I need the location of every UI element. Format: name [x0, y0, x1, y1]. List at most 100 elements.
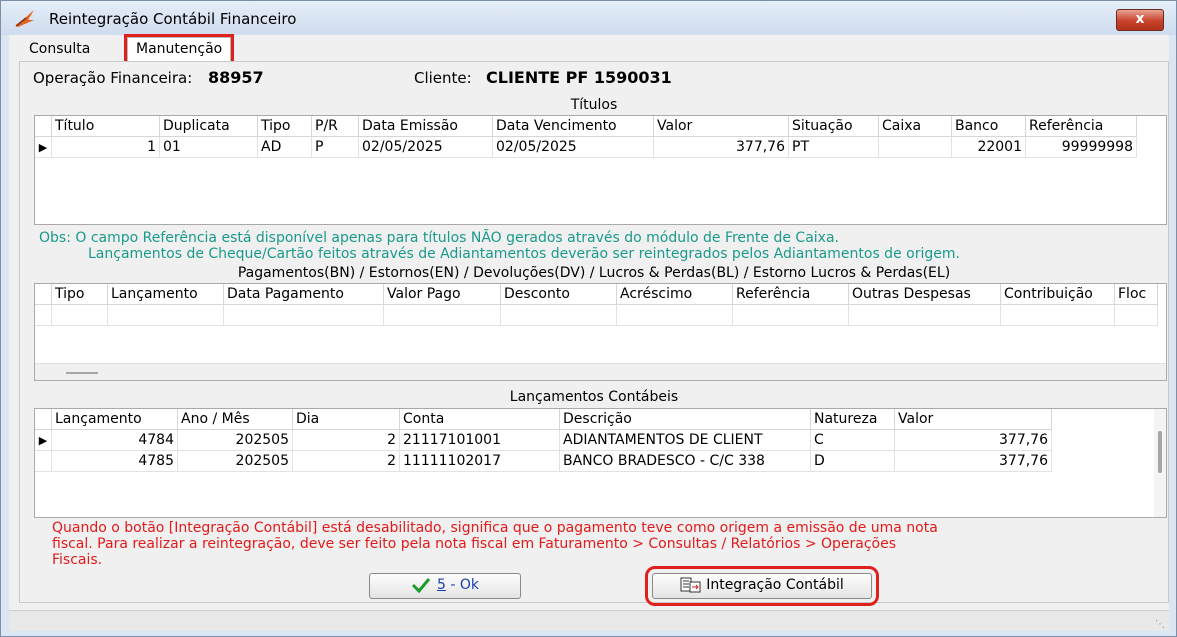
cell-pr[interactable]: P	[311, 136, 359, 158]
warning-line-1: Quando o botão [Integração Contábil] est…	[52, 520, 938, 536]
col-floc[interactable]: Floc	[1114, 284, 1158, 305]
row-pointer-icon: ▶	[35, 429, 52, 451]
resize-grip-icon[interactable]: ⋱	[1155, 619, 1165, 630]
pagamentos-label: Pagamentos(BN) / Estornos(EN) / Devoluçõ…	[237, 265, 951, 281]
cell-valor[interactable]: 377,76	[894, 450, 1052, 472]
cell-valor[interactable]: 377,76	[653, 136, 789, 158]
lancamentos-header-row: Lançamento Ano / Mês Dia Conta Descrição…	[35, 409, 1052, 430]
app-logo-icon	[15, 10, 34, 27]
vertical-scrollbar[interactable]	[1154, 409, 1166, 517]
cell-caixa[interactable]	[878, 136, 952, 158]
ok-label: - Ok	[445, 577, 479, 593]
col-caixa[interactable]: Caixa	[878, 116, 952, 137]
col-dia[interactable]: Dia	[292, 409, 400, 430]
col-valor[interactable]: Valor	[653, 116, 789, 137]
col-data-emissao[interactable]: Data Emissão	[358, 116, 493, 137]
cell-descricao[interactable]: BANCO BRADESCO - C/C 338	[559, 450, 811, 472]
col-duplicata[interactable]: Duplicata	[159, 116, 258, 137]
cell-valor[interactable]: 377,76	[894, 429, 1052, 451]
scroll-thumb[interactable]	[1158, 431, 1162, 473]
integracao-label: Integração Contábil	[706, 577, 844, 593]
pagamentos-grid[interactable]: Tipo Lançamento Data Pagamento Valor Pag…	[34, 283, 1167, 381]
col-descricao[interactable]: Descrição	[559, 409, 811, 430]
app-window: Reintegração Contábil Financeiro x Consu…	[0, 0, 1177, 637]
cliente-label: Cliente:	[414, 69, 472, 87]
checkmark-icon	[411, 578, 431, 594]
row-indicator-header	[35, 409, 52, 430]
warning-line-2: fiscal. Para realizar a reintegração, de…	[52, 536, 897, 552]
col-contribuicao[interactable]: Contribuição	[1000, 284, 1115, 305]
col-conta[interactable]: Conta	[399, 409, 560, 430]
col-tipo[interactable]: Tipo	[257, 116, 312, 137]
col-referencia[interactable]: Referência	[732, 284, 849, 305]
tab-consulta[interactable]: Consulta	[21, 39, 98, 61]
col-situacao[interactable]: Situação	[788, 116, 879, 137]
cell-natureza[interactable]: C	[810, 429, 895, 451]
col-pr[interactable]: P/R	[311, 116, 359, 137]
obs-line-1: Obs: O campo Referência está disponível …	[39, 230, 839, 246]
lancamentos-label: Lançamentos Contábeis	[509, 389, 679, 405]
row-indicator-header	[35, 116, 52, 137]
operacao-value: 88957	[208, 68, 264, 87]
warning-line-3: Fiscais.	[52, 552, 103, 568]
client-area: Consulta Manutenção Operação Financeira:…	[9, 34, 1169, 631]
cell-dia[interactable]: 2	[292, 429, 400, 451]
table-row[interactable]: 4785 202505 2 11111102017 BANCO BRADESCO…	[35, 450, 1052, 472]
tab-manutencao[interactable]: Manutenção	[123, 34, 235, 66]
row-pointer-icon: ▶	[35, 136, 52, 158]
window-title: Reintegração Contábil Financeiro	[49, 10, 297, 28]
col-lancamento[interactable]: Lançamento	[107, 284, 224, 305]
cell-tipo[interactable]: AD	[257, 136, 312, 158]
cell-titulo[interactable]: 1	[51, 136, 160, 158]
cell-referencia[interactable]: 99999998	[1025, 136, 1137, 158]
col-referencia[interactable]: Referência	[1025, 116, 1137, 137]
col-valor-pago[interactable]: Valor Pago	[383, 284, 501, 305]
cell-descricao[interactable]: ADIANTAMENTOS DE CLIENT	[559, 429, 811, 451]
col-natureza[interactable]: Natureza	[810, 409, 895, 430]
cell-situacao[interactable]: PT	[788, 136, 879, 158]
titulos-grid[interactable]: Título Duplicata Tipo P/R Data Emissão D…	[34, 115, 1167, 225]
col-banco[interactable]: Banco	[951, 116, 1026, 137]
col-acrescimo[interactable]: Acréscimo	[616, 284, 733, 305]
table-row[interactable]: ▶ 1 01 AD P 02/05/2025 02/05/2025 377,76…	[35, 136, 1137, 158]
col-tipo[interactable]: Tipo	[51, 284, 108, 305]
col-data-vencimento[interactable]: Data Vencimento	[492, 116, 654, 137]
col-outras-despesas[interactable]: Outras Despesas	[848, 284, 1001, 305]
cliente-value: CLIENTE PF 1590031	[486, 68, 672, 87]
cell-ano-mes[interactable]: 202505	[177, 450, 293, 472]
cell-banco[interactable]: 22001	[951, 136, 1026, 158]
col-titulo[interactable]: Título	[51, 116, 160, 137]
scroll-thumb[interactable]	[66, 372, 98, 374]
col-data-pagamento[interactable]: Data Pagamento	[223, 284, 384, 305]
cell-conta[interactable]: 21117101001	[399, 429, 560, 451]
integracao-contabil-button[interactable]: Integração Contábil	[645, 566, 879, 606]
col-lancamento[interactable]: Lançamento	[51, 409, 178, 430]
cell-conta[interactable]: 11111102017	[399, 450, 560, 472]
table-row[interactable]	[35, 304, 1158, 326]
horizontal-scrollbar[interactable]	[35, 363, 1166, 380]
cell-natureza[interactable]: D	[810, 450, 895, 472]
cell-lancamento[interactable]: 4784	[51, 429, 178, 451]
operacao-label: Operação Financeira:	[33, 69, 193, 87]
col-desconto[interactable]: Desconto	[500, 284, 617, 305]
title-bar: Reintegração Contábil Financeiro x	[1, 1, 1176, 35]
cell-lancamento[interactable]: 4785	[51, 450, 178, 472]
lancamentos-grid[interactable]: Lançamento Ano / Mês Dia Conta Descrição…	[34, 408, 1167, 518]
row-indicator-header	[35, 284, 52, 305]
ok-button[interactable]: 5 - Ok	[369, 573, 521, 599]
status-bar: ⋱	[9, 610, 1169, 631]
cell-ano-mes[interactable]: 202505	[177, 429, 293, 451]
table-row[interactable]: ▶ 4784 202505 2 21117101001 ADIANTAMENTO…	[35, 429, 1052, 451]
cell-dia[interactable]: 2	[292, 450, 400, 472]
cell-data-vencimento[interactable]: 02/05/2025	[492, 136, 654, 158]
titulos-label: Títulos	[570, 97, 618, 113]
col-valor[interactable]: Valor	[894, 409, 1052, 430]
close-button[interactable]: x	[1116, 9, 1164, 31]
document-export-icon	[680, 577, 701, 593]
col-ano-mes[interactable]: Ano / Mês	[177, 409, 293, 430]
cell-duplicata[interactable]: 01	[159, 136, 258, 158]
cell-data-emissao[interactable]: 02/05/2025	[358, 136, 493, 158]
tab-panel-manutencao: Operação Financeira: 88957 Cliente: CLIE…	[19, 61, 1169, 606]
obs-line-2: Lançamentos de Cheque/Cartão feitos atra…	[88, 246, 960, 262]
pagamentos-header-row: Tipo Lançamento Data Pagamento Valor Pag…	[35, 284, 1158, 305]
